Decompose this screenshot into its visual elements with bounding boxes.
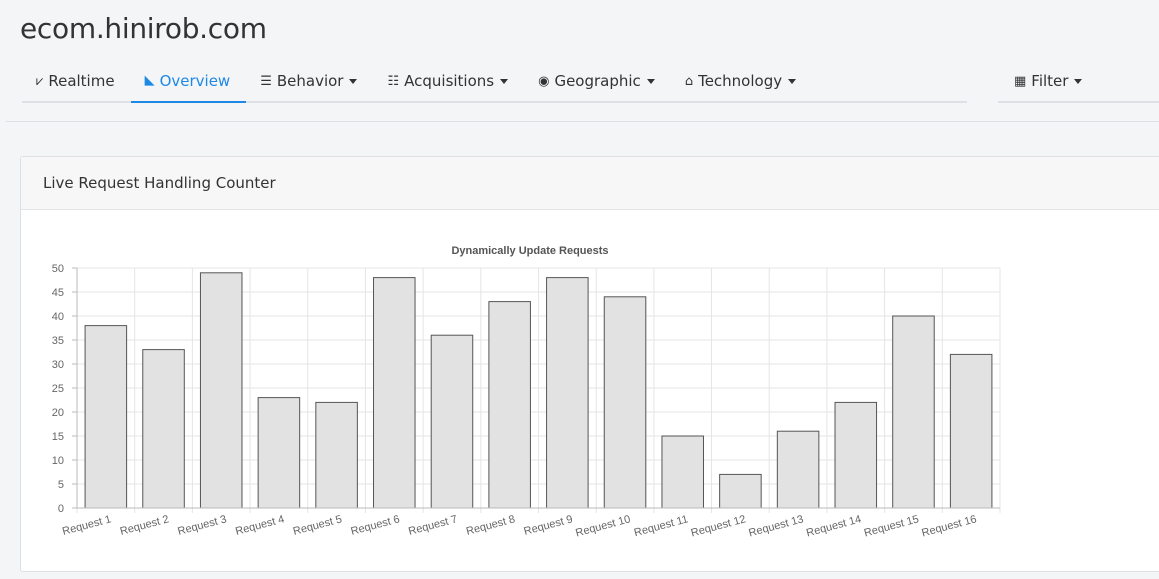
x-tick-label: Request 12 [690, 513, 747, 539]
tab-technology-label: Technology [698, 72, 783, 90]
bar-request-5 [315, 401, 358, 509]
tab-acquisitions[interactable]: ☷ Acquisitions [373, 60, 524, 102]
y-tick-label: 45 [52, 287, 64, 299]
bar-request-8 [488, 301, 531, 509]
x-tick-label: Request 1 [61, 513, 113, 538]
bar-request-9 [546, 277, 589, 509]
site-title: ecom.hinirob.com [20, 12, 267, 45]
project-diagram-icon: ☷ [387, 73, 400, 89]
tab-geographic[interactable]: ◉ Geographic [524, 60, 671, 102]
bar-request-11 [661, 435, 704, 509]
x-tick-label: Request 11 [633, 513, 690, 539]
y-tick-label: 30 [52, 359, 64, 371]
bar-request-15 [892, 315, 935, 509]
filter-label: Filter [1031, 72, 1069, 90]
laptop-house-icon: ⌂ [684, 73, 694, 89]
x-tick-label: Request 13 [747, 513, 804, 539]
tab-behavior[interactable]: ☰ Behavior [246, 60, 373, 102]
chart-title: Dynamically Update Requests [451, 245, 608, 257]
caret-down-icon [349, 78, 358, 84]
bar-request-16 [949, 353, 993, 509]
caret-down-icon [646, 78, 655, 84]
tab-behavior-label: Behavior [276, 72, 344, 90]
x-tick-label: Request 16 [920, 513, 977, 539]
y-tick-label: 50 [52, 263, 64, 275]
filter-dropdown[interactable]: ▦ Filter [998, 60, 1159, 102]
tab-realtime-label: Realtime [48, 72, 115, 90]
x-tick-label: Request 7 [407, 513, 459, 538]
y-tick-label: 35 [52, 335, 64, 347]
x-tick-label: Request 15 [863, 513, 920, 539]
x-tick-label: Request 14 [805, 513, 862, 539]
x-tick-label: Request 3 [176, 513, 228, 538]
tab-overview-label: Overview [159, 71, 231, 90]
x-tick-label: Request 2 [119, 513, 171, 538]
caret-down-icon [788, 78, 797, 84]
x-tick-label: Request 4 [234, 513, 286, 538]
area-chart-icon: ◣ [144, 73, 155, 88]
y-tick-label: 0 [58, 503, 64, 515]
x-tick-label: Request 8 [465, 513, 517, 538]
x-tick-label: Request 10 [574, 513, 631, 539]
tab-technology[interactable]: ⌂ Technology [671, 60, 812, 102]
x-tick-label: Request 9 [523, 513, 575, 538]
tab-overview[interactable]: ◣ Overview [130, 60, 247, 103]
caret-down-icon [500, 78, 509, 84]
y-tick-label: 25 [52, 383, 64, 395]
bar-request-7 [430, 334, 474, 509]
y-tick-label: 15 [52, 431, 64, 443]
tab-realtime[interactable]: ⩗ Realtime [22, 60, 131, 102]
x-tick-label: Request 5 [292, 513, 344, 538]
y-tick-label: 5 [58, 479, 64, 491]
y-tick-label: 10 [52, 455, 64, 467]
bar-request-10 [603, 296, 647, 509]
bar-request-1 [84, 325, 128, 509]
bar-request-2 [142, 349, 185, 509]
bar-request-14 [834, 401, 878, 509]
bar-request-4 [257, 397, 301, 509]
tab-geographic-label: Geographic [554, 72, 641, 90]
bar-request-3 [199, 272, 243, 509]
y-tick-label: 20 [52, 407, 64, 419]
caret-down-icon [1074, 78, 1083, 84]
table-icon: ☰ [260, 73, 272, 89]
x-tick-label: Request 6 [350, 513, 402, 538]
line-chart-icon: ⩗ [36, 73, 44, 89]
y-tick-label: 40 [52, 311, 64, 323]
calendar-icon: ▦ [1014, 73, 1027, 89]
divider [6, 121, 1159, 122]
bar-request-12 [719, 473, 762, 509]
bar-chart: 05101520253035404550Request 1 Request 2 Re… [52, 245, 1001, 539]
bar-request-6 [373, 277, 416, 509]
request-counter-card: Live Request Handling Counter 0 5 10 15 20 25… [20, 156, 1159, 572]
bar-request-13 [776, 430, 820, 509]
tab-acquisitions-label: Acquisitions [404, 72, 495, 90]
filter-nav: ▦ Filter [998, 60, 1159, 103]
main-nav: ⩗ Realtime ◣ Overview ☰ Behavior ☷ Acqui… [22, 60, 967, 103]
map-marked-icon: ◉ [538, 73, 550, 89]
